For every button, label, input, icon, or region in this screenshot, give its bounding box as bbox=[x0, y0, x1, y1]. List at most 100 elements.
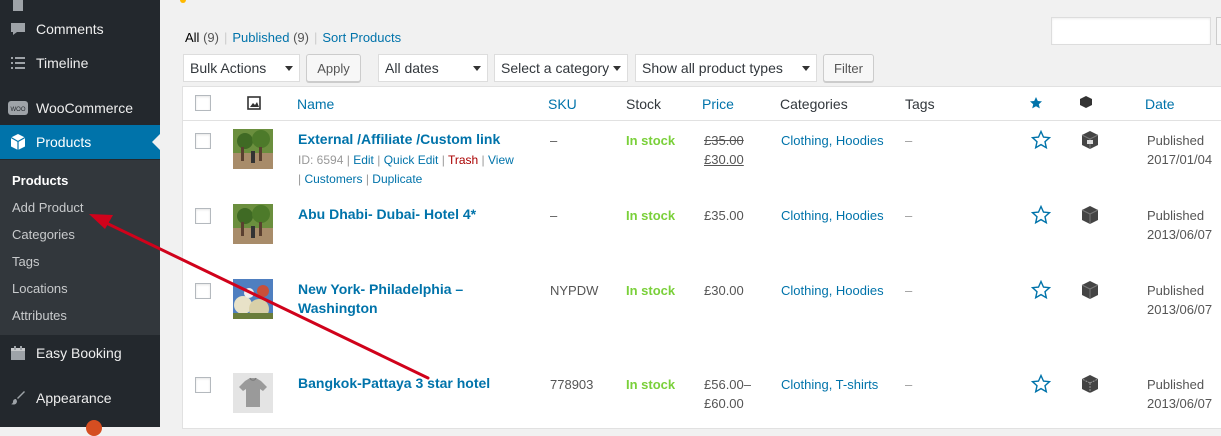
product-thumbnail[interactable] bbox=[233, 204, 273, 244]
calendar-icon bbox=[8, 343, 28, 363]
submenu-tags[interactable]: Tags bbox=[12, 254, 39, 269]
stock-status: In stock bbox=[626, 133, 676, 148]
date-value: Published 2017/01/04 bbox=[1147, 133, 1213, 167]
chevron-down-icon bbox=[473, 66, 481, 71]
categories-links[interactable]: Clothing, Hoodies bbox=[781, 133, 884, 148]
image-column-icon bbox=[247, 96, 261, 113]
sku-value: 778903 bbox=[550, 377, 594, 392]
product-name-link[interactable]: New York- Philadelphia – Washington bbox=[298, 280, 463, 318]
product-name-link[interactable]: Abu Dhabi- Dubai- Hotel 4* bbox=[298, 205, 476, 224]
column-tags: Tags bbox=[905, 96, 935, 112]
submenu-add-product[interactable]: Add Product bbox=[12, 200, 84, 215]
row-checkbox[interactable] bbox=[195, 208, 211, 224]
submenu-products[interactable]: Products bbox=[12, 173, 68, 188]
chevron-down-icon bbox=[613, 66, 621, 71]
regular-price: £35.00 bbox=[704, 133, 744, 148]
apply-button[interactable]: Apply bbox=[306, 54, 361, 82]
admin-sidebar: Comments Timeline WOO WooCommerce Produc… bbox=[0, 0, 160, 436]
products-submenu: Products Add Product Categories Tags Loc… bbox=[0, 160, 160, 335]
category-filter-select[interactable]: Select a category bbox=[494, 54, 628, 82]
price-value: £35.00 £30.00 bbox=[704, 131, 744, 169]
list-icon bbox=[8, 53, 28, 73]
edit-link[interactable]: Edit bbox=[353, 153, 374, 167]
date-value: Published 2013/06/07 bbox=[1147, 377, 1213, 411]
view-link[interactable]: View bbox=[488, 153, 514, 167]
submenu-locations[interactable]: Locations bbox=[12, 281, 68, 296]
sidebar-item-timeline[interactable]: Timeline bbox=[0, 46, 160, 80]
simple-product-box-icon bbox=[1080, 280, 1100, 303]
tags-value: – bbox=[905, 377, 913, 392]
column-sku[interactable]: SKU bbox=[548, 96, 577, 112]
row-actions: ID: 6594 | Edit | Quick Edit | Trash | V… bbox=[298, 153, 514, 186]
product-name-link[interactable]: External /Affiliate /Custom link bbox=[298, 130, 500, 149]
featured-star-icon[interactable] bbox=[1029, 96, 1043, 113]
submenu-categories[interactable]: Categories bbox=[12, 227, 75, 242]
product-thumbnail[interactable] bbox=[233, 373, 273, 413]
categories-links[interactable]: Clothing, Hoodies bbox=[781, 208, 884, 223]
price-value: £35.00 bbox=[704, 208, 744, 223]
filter-button[interactable]: Filter bbox=[823, 54, 874, 82]
product-thumbnail[interactable] bbox=[233, 279, 273, 319]
notice-indicator bbox=[180, 0, 186, 3]
search-products-input[interactable] bbox=[1051, 17, 1211, 45]
sku-value: – bbox=[550, 208, 558, 223]
price-value: £56.00– £60.00 bbox=[704, 377, 751, 411]
categories-links[interactable]: Clothing, Hoodies bbox=[781, 283, 884, 298]
row-checkbox[interactable] bbox=[195, 377, 211, 393]
product-name-link[interactable]: Bangkok-Pattaya 3 star hotel bbox=[298, 374, 490, 393]
trash-link[interactable]: Trash bbox=[448, 153, 478, 167]
submenu-attributes[interactable]: Attributes bbox=[12, 308, 67, 323]
duplicate-link[interactable]: Duplicate bbox=[372, 172, 422, 186]
date-value: Published 2013/06/07 bbox=[1147, 283, 1213, 317]
table-header: Name SKU Stock Price Categories Tags Dat… bbox=[183, 87, 1221, 121]
sort-products-link[interactable]: Sort Products bbox=[322, 30, 401, 45]
customers-link[interactable]: Customers bbox=[304, 172, 362, 186]
view-all-link[interactable]: All bbox=[185, 30, 199, 45]
sidebar-item-products[interactable]: Products bbox=[0, 125, 160, 159]
date-filter-select[interactable]: All dates bbox=[378, 54, 488, 82]
sidebar-item-woocommerce[interactable]: WOO WooCommerce bbox=[0, 91, 160, 125]
view-published-link[interactable]: Published bbox=[232, 30, 289, 45]
search-products-button[interactable] bbox=[1216, 17, 1221, 45]
sale-price: £30.00 bbox=[704, 152, 744, 167]
featured-toggle-star-icon[interactable] bbox=[1030, 204, 1052, 228]
tags-value: – bbox=[905, 283, 913, 298]
sku-value: – bbox=[550, 133, 558, 148]
column-name[interactable]: Name bbox=[297, 96, 334, 112]
column-categories: Categories bbox=[780, 96, 848, 112]
table-row: Abu Dhabi- Dubai- Hotel 4* – In stock £3… bbox=[183, 196, 1221, 271]
stock-status: In stock bbox=[626, 377, 676, 392]
column-date[interactable]: Date bbox=[1145, 96, 1175, 112]
sidebar-item-label: Products bbox=[36, 134, 92, 150]
external-product-box-icon bbox=[1080, 130, 1100, 153]
sidebar-item-comments[interactable]: Comments bbox=[0, 12, 160, 46]
chevron-down-icon bbox=[802, 66, 810, 71]
featured-toggle-star-icon[interactable] bbox=[1030, 129, 1052, 153]
paintbrush-icon bbox=[8, 388, 28, 408]
table-row: External /Affiliate /Custom link ID: 659… bbox=[183, 121, 1221, 196]
product-thumbnail[interactable] bbox=[233, 129, 273, 169]
comment-bubble-icon bbox=[8, 19, 28, 39]
svg-text:WOO: WOO bbox=[11, 107, 26, 113]
featured-toggle-star-icon[interactable] bbox=[1030, 373, 1052, 397]
row-checkbox[interactable] bbox=[195, 283, 211, 299]
sidebar-item-appearance[interactable]: Appearance bbox=[0, 381, 160, 415]
bulk-actions-select[interactable]: Bulk Actions bbox=[183, 54, 300, 82]
sidebar-item-easy-booking[interactable]: Easy Booking bbox=[0, 336, 160, 370]
column-stock: Stock bbox=[626, 96, 662, 112]
row-checkbox[interactable] bbox=[195, 133, 211, 149]
woocommerce-icon: WOO bbox=[8, 98, 28, 118]
variable-product-box-icon bbox=[1080, 374, 1100, 397]
tags-value: – bbox=[905, 208, 913, 223]
stock-status: In stock bbox=[626, 208, 676, 223]
categories-links[interactable]: Clothing, T-shirts bbox=[781, 377, 878, 392]
product-type-filter-select[interactable]: Show all product types bbox=[635, 54, 817, 82]
stock-status: In stock bbox=[626, 283, 676, 298]
status-filter-links: All (9) | Published (9) | Sort Products bbox=[185, 30, 402, 45]
featured-toggle-star-icon[interactable] bbox=[1030, 279, 1052, 303]
column-price[interactable]: Price bbox=[702, 96, 734, 112]
select-all-checkbox[interactable] bbox=[195, 95, 211, 111]
chevron-down-icon bbox=[285, 66, 293, 71]
quick-edit-link[interactable]: Quick Edit bbox=[384, 153, 439, 167]
sidebar-item-label: Appearance bbox=[36, 390, 112, 406]
